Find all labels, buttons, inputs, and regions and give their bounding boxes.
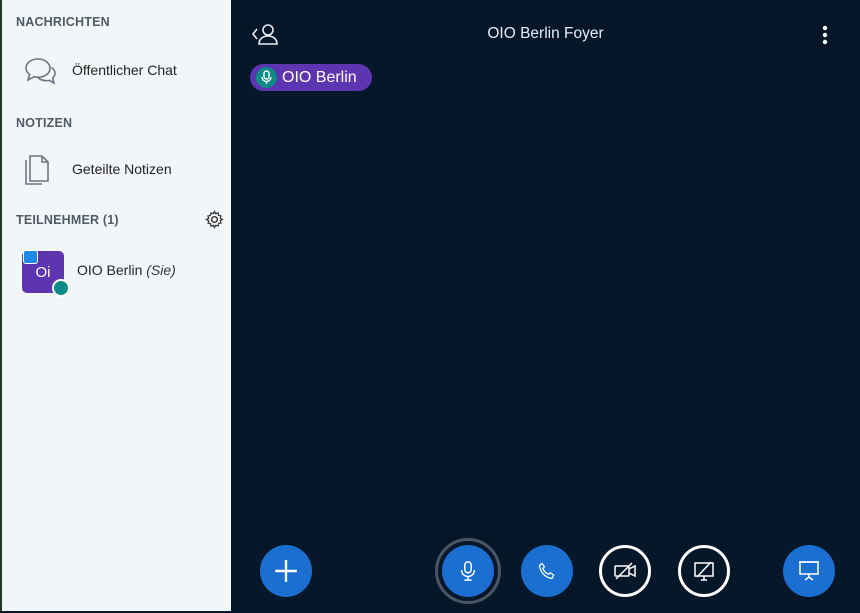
share-camera-button[interactable] xyxy=(599,545,651,597)
public-chat-item[interactable]: Öffentlicher Chat xyxy=(2,46,231,94)
participant-name: OIO Berlin (Sie) xyxy=(77,262,176,278)
microphone-icon xyxy=(52,279,70,297)
add-actions-button[interactable] xyxy=(260,545,312,597)
microphone-icon xyxy=(256,67,277,88)
notes-section-title: NOTIZEN xyxy=(16,116,73,130)
sidebar: NACHRICHTEN Öffentlicher Chat NOTIZEN Ge… xyxy=(0,0,231,611)
meeting-title: OIO Berlin Foyer xyxy=(487,25,604,42)
screenshare-off-icon xyxy=(694,561,714,581)
phone-icon xyxy=(538,562,555,580)
messages-section-title: NACHRICHTEN xyxy=(16,15,110,29)
shared-notes-item[interactable]: Geteilte Notizen xyxy=(2,145,231,193)
shared-notes-label: Geteilte Notizen xyxy=(72,161,172,177)
participant-name-text: OIO Berlin xyxy=(77,262,143,278)
presentation-icon xyxy=(799,561,819,581)
share-screen-button[interactable] xyxy=(678,545,730,597)
participant-you-label: (Sie) xyxy=(146,262,176,278)
gear-icon[interactable] xyxy=(205,210,224,229)
presentation-button[interactable] xyxy=(783,545,835,597)
talking-indicator[interactable]: OIO Berlin xyxy=(250,64,372,91)
camera-off-icon xyxy=(614,562,636,580)
documents-icon xyxy=(25,155,49,185)
kebab-menu-icon[interactable] xyxy=(816,24,834,46)
participants-section-title: TEILNEHMER (1) xyxy=(16,213,119,227)
public-chat-label: Öffentlicher Chat xyxy=(72,62,177,78)
presenter-icon xyxy=(23,250,38,264)
microphone-icon xyxy=(460,561,476,581)
talking-indicator-name: OIO Berlin xyxy=(282,68,357,86)
leave-audio-button[interactable] xyxy=(521,545,573,597)
chat-bubbles-icon xyxy=(25,58,56,85)
mute-microphone-button[interactable] xyxy=(442,545,494,597)
participant-row[interactable]: Oi OIO Berlin (Sie) xyxy=(2,246,231,298)
main-area: OIO Berlin Foyer OIO Berlin xyxy=(231,0,860,613)
plus-icon xyxy=(275,560,297,582)
